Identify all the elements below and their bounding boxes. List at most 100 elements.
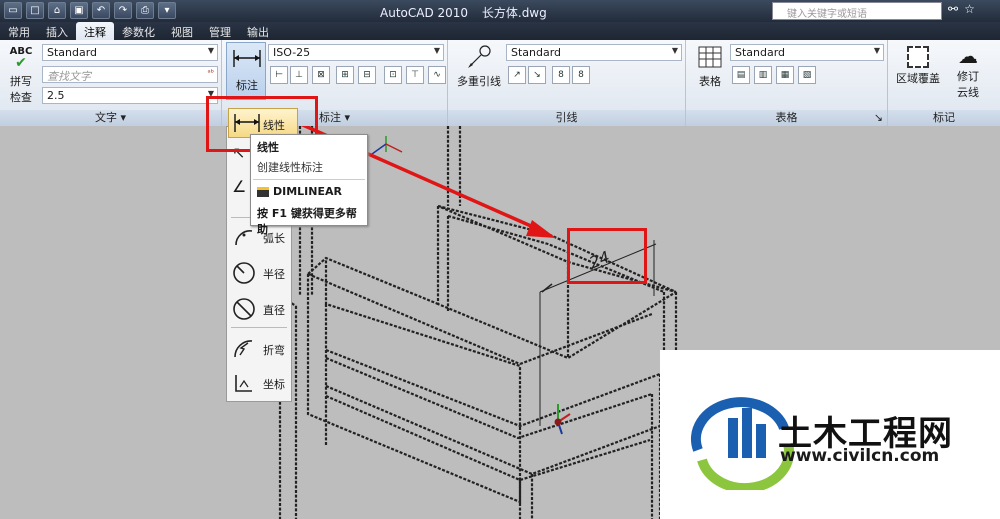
collect-leader-icon[interactable]: 8 [572, 66, 590, 84]
flyout-item-jogged[interactable]: 折弯 [227, 333, 291, 365]
leader-panel-title-label: 引线 [555, 111, 578, 124]
flyout-label-diameter: 直径 [263, 304, 285, 317]
dim-style-select[interactable]: ISO-25 ▼ [268, 44, 444, 61]
dim-baseline-icon[interactable]: ⊞ [336, 66, 354, 84]
qat-dropdown-icon[interactable]: ▾ [158, 2, 176, 19]
table-link-icon[interactable]: ▤ [732, 66, 750, 84]
dim-break-icon[interactable]: ⊠ [312, 66, 330, 84]
file-name: 长方体.dwg [481, 6, 547, 20]
revcloud-icon: ☁ [958, 44, 978, 68]
ribbon: ABC ✔ 拼写 检查 Standard ▼ 查找文字 ᵃᵇ 2.5 ▼ 文字 … [0, 40, 1000, 126]
title-tools: ⚯ ☆ [948, 2, 975, 16]
flyout-item-ordinate[interactable]: 坐标 [227, 367, 291, 399]
table-style-select[interactable]: Standard ▼ [730, 44, 884, 61]
linear-tooltip: 线性 创建线性标注 DIMLINEAR 按 F1 键获得更多帮助 [250, 134, 368, 236]
dim-space-icon[interactable]: ⊟ [358, 66, 376, 84]
chevron-down-icon: ▼ [207, 46, 214, 55]
redo-icon[interactable]: ↷ [114, 2, 132, 19]
flyout-label-radius: 半径 [263, 268, 285, 281]
undo-icon[interactable]: ↶ [92, 2, 110, 19]
star-icon[interactable]: ☆ [964, 2, 975, 16]
chevron-down-icon: ▼ [873, 46, 880, 55]
dim-tolerance-icon[interactable]: ⊡ [384, 66, 402, 84]
text-height-select[interactable]: 2.5 ▼ [42, 87, 218, 104]
tab-home[interactable]: 常用 [0, 22, 38, 40]
text-panel-title[interactable]: 文字 ▾ [0, 110, 221, 126]
leader-panel-title[interactable]: 引线 [448, 110, 685, 126]
tab-output[interactable]: 输出 [239, 22, 277, 40]
dim-style-value: ISO-25 [273, 46, 311, 59]
print-icon[interactable]: ⎙ [136, 2, 154, 19]
markup-panel-title[interactable]: 标记 [888, 110, 1000, 126]
watermark-url: www.civilcn.com [780, 446, 940, 466]
command-icon [257, 187, 269, 197]
flyout-item-diameter[interactable]: 直径 [227, 293, 291, 325]
dim-quick-icon[interactable]: ⊢ [270, 66, 288, 84]
text-panel-title-label: 文字 [94, 111, 117, 124]
table-label: 表格 [699, 75, 721, 88]
help-search-input[interactable]: 键入关键字或短语 [772, 2, 942, 20]
remove-leader-icon[interactable]: ↘ [528, 66, 546, 84]
chevron-down-icon: ▼ [671, 46, 678, 55]
find-replace-icon[interactable]: ᵃᵇ [207, 68, 214, 77]
markup-panel-title-label: 标记 [933, 111, 955, 124]
quick-access-toolbar: ▭ □ ⌂ ▣ ↶ ↷ ⎙ ▾ [4, 2, 176, 19]
table-upload-icon[interactable]: ▦ [776, 66, 794, 84]
dim-panel-title-label: 标注 [318, 111, 341, 124]
text-style-select[interactable]: Standard ▼ [42, 44, 218, 61]
tooltip-description: 创建线性标注 [257, 161, 323, 174]
dim-continue-icon[interactable]: ⊥ [290, 66, 308, 84]
app-menu-icon[interactable]: ▭ [4, 2, 22, 19]
tab-insert[interactable]: 插入 [38, 22, 76, 40]
text-style-value: Standard [47, 46, 98, 59]
flyout-label-ordinate: 坐标 [263, 378, 285, 391]
dim-inspect-icon[interactable]: ⊤ [406, 66, 424, 84]
flyout-item-radius[interactable]: 半径 [227, 257, 291, 289]
multileader-big-button[interactable]: 多重引线 [454, 44, 504, 102]
markup-panel: 区域覆盖 ☁ 修订 云线 标记 [888, 40, 1000, 126]
tooltip-help: 按 F1 键获得更多帮助 [257, 207, 357, 236]
dimension-big-button[interactable]: 标注 [226, 42, 266, 100]
radius-icon [233, 262, 255, 284]
leader-style-value: Standard [511, 46, 562, 59]
tooltip-divider [253, 179, 365, 180]
dimension-highlight-box [567, 228, 647, 284]
tooltip-command-row: DIMLINEAR [257, 185, 342, 198]
text-height-value: 2.5 [47, 89, 65, 102]
tab-annotate[interactable]: 注释 [76, 22, 114, 40]
watermark: 土木工程网 www.civilcn.com [660, 350, 1000, 519]
checkmark-icon: ✔ [15, 55, 27, 71]
open-file-icon[interactable]: ⌂ [48, 2, 66, 19]
wipeout-button[interactable]: 区域覆盖 [894, 44, 942, 102]
table-extract-icon[interactable]: ▥ [754, 66, 772, 84]
dimension-button-label: 标注 [236, 79, 258, 92]
save-icon[interactable]: ▣ [70, 2, 88, 19]
new-file-icon[interactable]: □ [26, 2, 44, 19]
align-leader-icon[interactable]: 8 [552, 66, 570, 84]
revcloud-button[interactable]: ☁ 修订 云线 [946, 44, 990, 106]
tab-manage[interactable]: 管理 [201, 22, 239, 40]
table-style-value: Standard [735, 46, 786, 59]
add-leader-icon[interactable]: ↗ [508, 66, 526, 84]
flyout-label-jogged: 折弯 [263, 344, 285, 357]
chevron-down-icon: ▼ [433, 46, 440, 55]
table-big-button[interactable]: 表格 [692, 44, 728, 102]
revcloud-label-2: 云线 [957, 86, 979, 99]
dim-jog-icon[interactable]: ∿ [428, 66, 446, 84]
panel-expand-icon[interactable]: ↘ [874, 110, 883, 126]
linear-dimension-icon [233, 50, 261, 67]
tab-parametric[interactable]: 参数化 [114, 22, 163, 40]
leader-style-select[interactable]: Standard ▼ [506, 44, 682, 61]
diameter-icon [233, 298, 255, 320]
table-download-icon[interactable]: ▧ [798, 66, 816, 84]
tab-view[interactable]: 视图 [163, 22, 201, 40]
spell-check-button[interactable]: ABC ✔ 拼写 检查 [6, 46, 36, 106]
ordinate-icon [235, 375, 252, 392]
binoculars-icon[interactable]: ⚯ [948, 2, 958, 16]
find-text-input[interactable]: 查找文字 ᵃᵇ [42, 66, 218, 83]
table-panel-title[interactable]: 表格 ↘ [686, 110, 887, 126]
arc-length-icon [235, 230, 253, 246]
table-panel: 表格 Standard ▼ ▤ ▥ ▦ ▧ 表格 ↘ [686, 40, 888, 126]
table-panel-title-label: 表格 [775, 111, 798, 124]
wipeout-icon [907, 46, 929, 68]
